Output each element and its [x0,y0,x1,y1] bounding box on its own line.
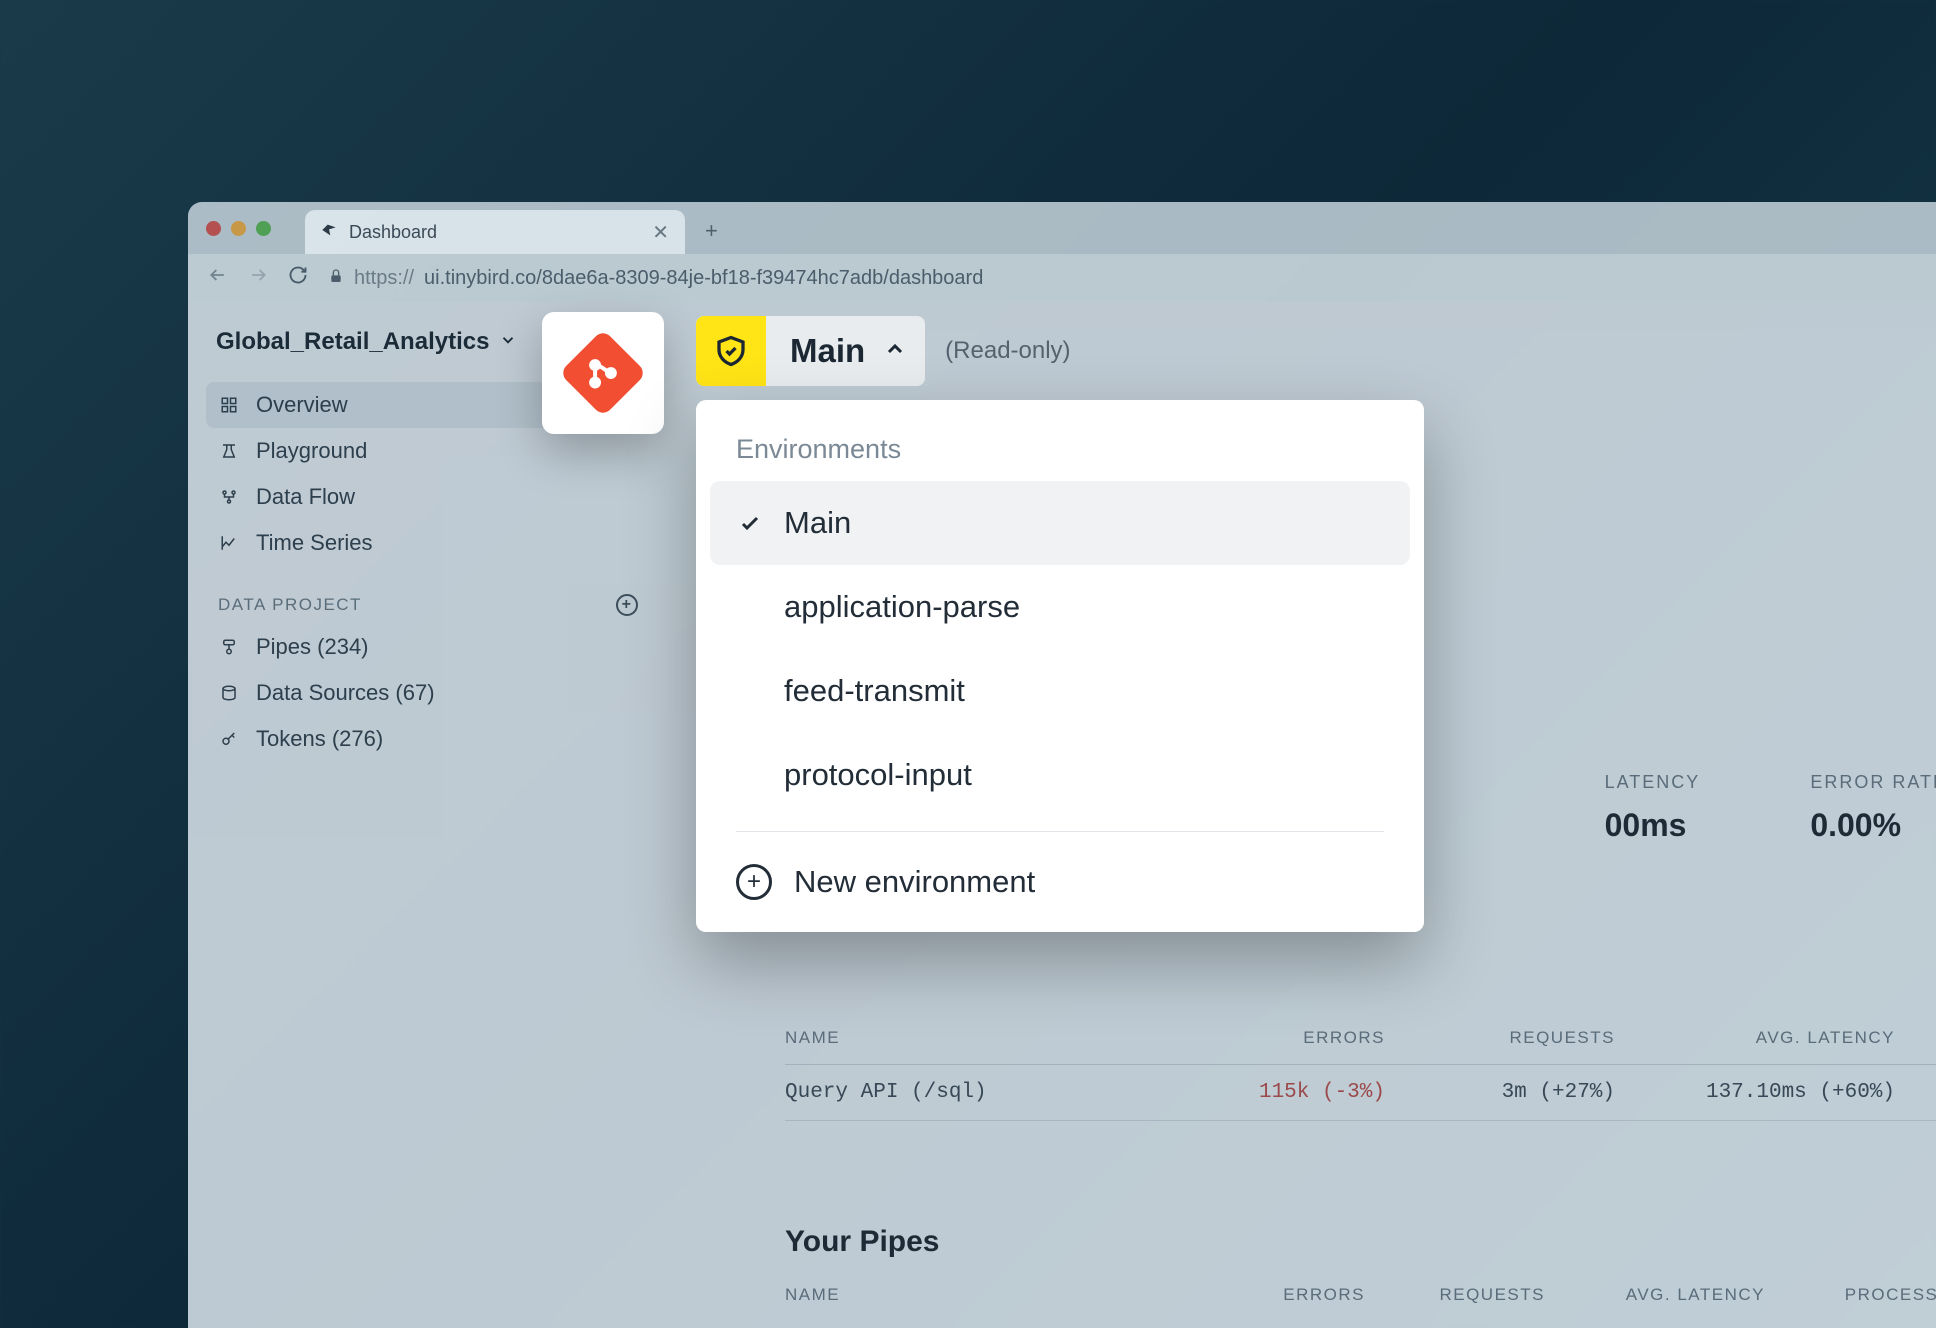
tab-title: Dashboard [349,222,437,243]
tinybird-icon [321,222,337,243]
env-current-name: Main [766,332,883,370]
shield-icon [696,316,766,386]
sidebar: Global_Retail_Analytics Overview Playgr [188,302,668,1328]
col-name: NAME [785,1285,1205,1305]
col-latency: AVG. LATENCY [1615,1028,1895,1048]
nav-forward-icon[interactable] [248,265,268,291]
stats-row: LATENCY 00ms ERROR RATE 0.00% ROW IN 1.8… [1605,772,1936,844]
col-latency: AVG. LATENCY [1545,1285,1765,1305]
minimize-window-button[interactable] [231,221,246,236]
env-option-label: application-parse [784,589,1020,625]
tab-bar: Dashboard ✕ + [188,202,1936,254]
env-option-feed-transmit[interactable]: feed-transmit [710,649,1410,733]
stat-value: 00ms [1605,807,1701,844]
nav-label: Playground [256,438,367,464]
nav-label: Data Sources (67) [256,680,435,706]
nav-label: Time Series [256,530,373,556]
env-dropdown: Environments Main application-parse feed… [696,400,1424,932]
nav-label: Data Flow [256,484,355,510]
maximize-window-button[interactable] [256,221,271,236]
new-env-label: New environment [794,864,1035,900]
cell-latency: 137.10ms (+60%) [1615,1081,1895,1104]
stat-error-rate: ERROR RATE 0.00% [1810,772,1936,844]
env-option-label: protocol-input [784,757,972,793]
env-selector-button[interactable]: Main [696,316,925,386]
cell-errors: 115k (-3%) [1205,1081,1385,1104]
col-requests: REQUESTS [1365,1285,1545,1305]
grid-icon [218,396,240,414]
refresh-icon[interactable] [288,265,308,291]
env-option-label: Main [784,505,851,541]
nav-timeseries[interactable]: Time Series [206,520,650,566]
nav-label: Pipes (234) [256,634,369,660]
stat-label: LATENCY [1605,772,1701,793]
env-option-application-parse[interactable]: application-parse [710,565,1410,649]
workspace-name: Global_Retail_Analytics [216,328,489,356]
data-project-heading: DATA PROJECT + [206,566,650,624]
nav-pipes[interactable]: Pipes (234) [206,624,650,670]
cell-requests: 3m (+27%) [1385,1081,1615,1104]
url-field[interactable]: https:// ui.tinybird.co/8dae6a-8309-84je-… [328,267,983,290]
check-icon [738,510,762,536]
tokens-icon [218,730,240,748]
env-header: Main (Read-only) [696,316,1071,386]
cell-name: Query API (/sql) [785,1081,1205,1104]
your-pipes-title: Your Pipes [785,1225,1936,1259]
chevron-up-icon [883,337,925,366]
git-icon [559,329,647,417]
close-window-button[interactable] [206,221,221,236]
stat-latency: LATENCY 00ms [1605,772,1701,844]
nav-datasources[interactable]: Data Sources (67) [206,670,650,716]
stat-value: 0.00% [1810,807,1936,844]
table-header: NAME ERRORS REQUESTS AVG. LATENCY [785,1012,1936,1065]
env-option-protocol-input[interactable]: protocol-input [710,733,1410,817]
col-name: NAME [785,1028,1205,1048]
dropdown-title: Environments [708,420,1412,481]
your-pipes-section: Your Pipes NAME ERRORS REQUESTS AVG. LAT… [785,1225,1936,1305]
window-traffic-lights [206,221,271,236]
url-path: ui.tinybird.co/8dae6a-8309-84je-bf18-f39… [424,267,983,290]
nav-playground[interactable]: Playground [206,428,650,474]
url-scheme: https:// [354,267,414,290]
pipes-table-header: NAME ERRORS REQUESTS AVG. LATENCY PROCES… [785,1285,1936,1305]
new-environment-button[interactable]: + New environment [708,846,1412,910]
datasources-icon [218,684,240,702]
playground-icon [218,442,240,460]
nav-tokens[interactable]: Tokens (276) [206,716,650,762]
table-row[interactable]: Query API (/sql) 115k (-3%) 3m (+27%) 13… [785,1065,1936,1121]
dataflow-icon [218,488,240,506]
endpoints-table: NAME ERRORS REQUESTS AVG. LATENCY Query … [785,1012,1936,1121]
browser-tab[interactable]: Dashboard ✕ [305,210,685,254]
close-tab-icon[interactable]: ✕ [652,220,669,245]
git-card [542,312,664,434]
timeseries-icon [218,534,240,552]
env-option-label: feed-transmit [784,673,965,709]
chevron-down-icon [499,328,517,356]
env-option-main[interactable]: Main [710,481,1410,565]
pipes-icon [218,638,240,656]
nav-dataflow[interactable]: Data Flow [206,474,650,520]
readonly-label: (Read-only) [945,337,1070,365]
stat-label: ERROR RATE [1810,772,1936,793]
col-processed: PROCESSED [1765,1285,1936,1305]
add-project-item-button[interactable]: + [616,594,638,616]
nav-label: Overview [256,392,348,418]
nav-label: Tokens (276) [256,726,383,752]
col-errors: ERRORS [1205,1285,1365,1305]
new-tab-button[interactable]: + [695,214,728,248]
nav-back-icon[interactable] [208,265,228,291]
plus-circle-icon: + [736,864,772,900]
address-bar: https:// ui.tinybird.co/8dae6a-8309-84je-… [188,254,1936,302]
col-requests: REQUESTS [1385,1028,1615,1048]
dropdown-divider [736,831,1384,832]
lock-icon [328,267,344,290]
col-errors: ERRORS [1205,1028,1385,1048]
